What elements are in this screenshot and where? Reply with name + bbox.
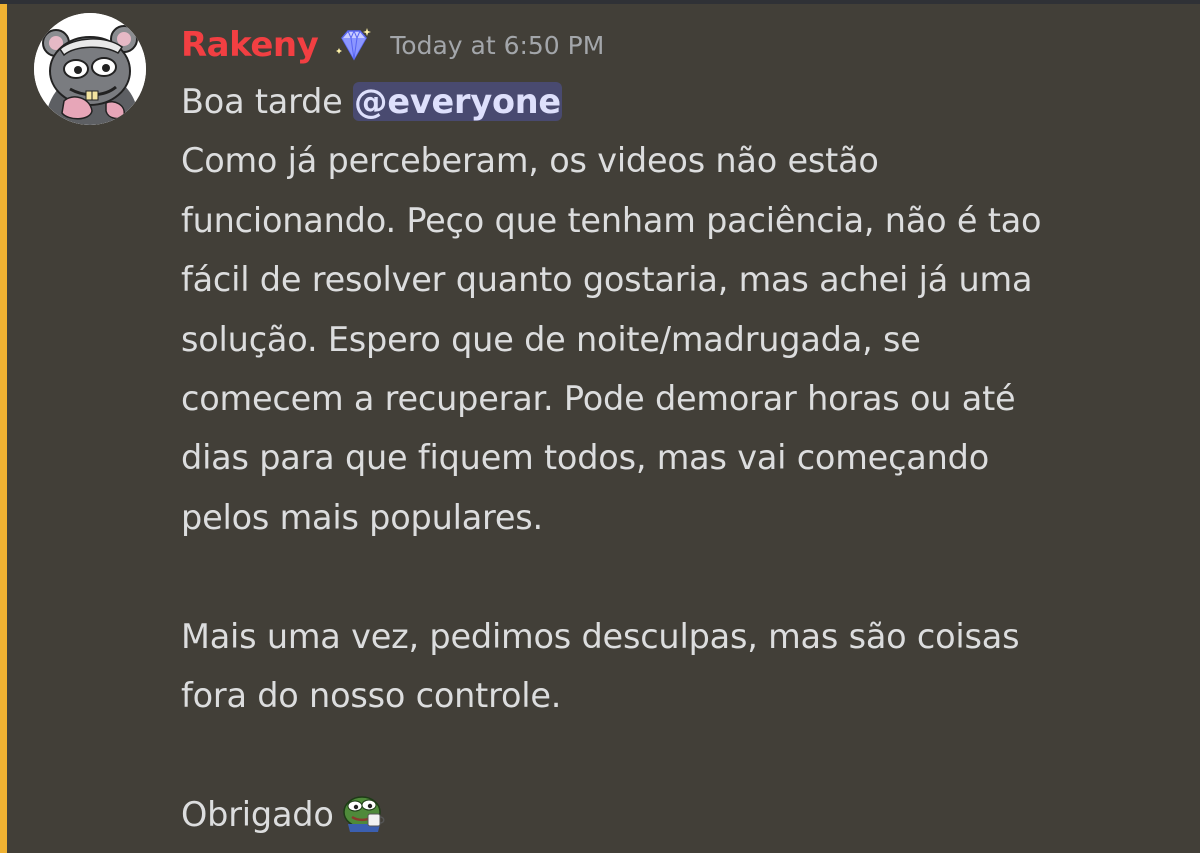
- message-line: solução. Espero que de noite/madrugada, …: [181, 319, 921, 359]
- message-line: comecem a recuperar. Pode demorar horas …: [181, 378, 1016, 418]
- message-line: funcionando. Peço que tenham paciência, …: [181, 200, 1042, 240]
- message-line: dias para que fiquem todos, mas vai come…: [181, 438, 990, 478]
- thanks-text: Obrigado: [181, 794, 334, 834]
- everyone-mention[interactable]: @everyone: [353, 82, 562, 121]
- message-timestamp[interactable]: Today at 6:50 PM: [390, 31, 604, 60]
- greeting-text: Boa tarde: [181, 82, 354, 121]
- pepe-avatar-icon[interactable]: [34, 13, 146, 125]
- message-line: fácil de resolver quanto gostaria, mas a…: [181, 260, 1033, 300]
- pepe-coffee-emoji-icon[interactable]: [340, 790, 390, 834]
- message-line: pelos mais populares.: [181, 497, 543, 537]
- chat-viewport: Rakeny Today at 6:50 PM Boa tarde @every…: [0, 0, 1200, 853]
- chat-message[interactable]: Rakeny Today at 6:50 PM Boa tarde @every…: [0, 0, 1200, 853]
- message-header: Rakeny Today at 6:50 PM: [181, 22, 604, 68]
- message-line: Boa tarde @everyone: [181, 72, 1171, 131]
- message-line: Como já perceberam, os videos não estão: [181, 141, 879, 181]
- message-content: Boa tarde @everyone Como já perceberam, …: [181, 72, 1171, 844]
- message-line: fora do nosso controle.: [181, 675, 562, 715]
- diamond-badge-icon[interactable]: [334, 26, 374, 64]
- author-username[interactable]: Rakeny: [181, 25, 319, 65]
- message-line: Obrigado: [181, 785, 1171, 844]
- message-line: Mais uma vez, pedimos desculpas, mas são…: [181, 616, 1020, 656]
